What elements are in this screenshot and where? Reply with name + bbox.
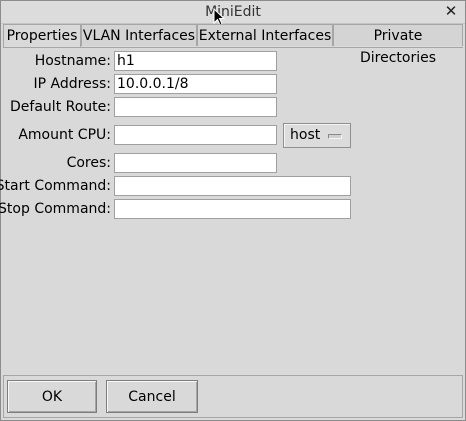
- start-command-label: Start Command:: [0, 178, 111, 194]
- ok-button[interactable]: OK: [7, 380, 97, 413]
- tab-external-interfaces[interactable]: External Interfaces: [197, 24, 333, 46]
- tab-bar: Properties VLAN Interfaces External Inte…: [3, 24, 463, 66]
- hostname-input[interactable]: [114, 51, 277, 71]
- amount-cpu-input[interactable]: [114, 125, 277, 145]
- cpu-scheduler-value: host: [290, 127, 321, 143]
- title-bar[interactable]: MiniEdit ✕: [1, 1, 465, 24]
- default-route-label: Default Route:: [10, 99, 111, 115]
- hostname-label: Hostname:: [34, 53, 111, 69]
- cancel-button[interactable]: Cancel: [106, 380, 198, 413]
- amount-cpu-label: Amount CPU:: [18, 127, 111, 143]
- cpu-scheduler-menu[interactable]: host: [283, 123, 351, 148]
- stop-command-input[interactable]: [114, 199, 351, 219]
- button-bar: OK Cancel: [3, 375, 463, 418]
- tab-properties[interactable]: Properties: [3, 24, 81, 48]
- ip-address-input[interactable]: [114, 74, 277, 94]
- cores-input[interactable]: [114, 153, 277, 173]
- default-route-input[interactable]: [114, 97, 277, 117]
- start-command-input[interactable]: [114, 176, 351, 196]
- cores-label: Cores:: [66, 155, 111, 171]
- properties-panel: Hostname: IP Address: Default Route: Amo…: [0, 47, 463, 374]
- ip-address-label: IP Address:: [33, 76, 112, 92]
- close-icon[interactable]: ✕: [443, 3, 459, 19]
- stop-command-label: Stop Command:: [0, 201, 111, 217]
- window-title: MiniEdit: [205, 4, 261, 20]
- miniedit-dialog: MiniEdit ✕ Properties VLAN Interfaces Ex…: [0, 0, 466, 421]
- tab-private-directories[interactable]: Private Directories: [333, 24, 463, 66]
- menu-indicator-icon: [328, 134, 342, 139]
- tab-vlan-interfaces[interactable]: VLAN Interfaces: [81, 24, 197, 46]
